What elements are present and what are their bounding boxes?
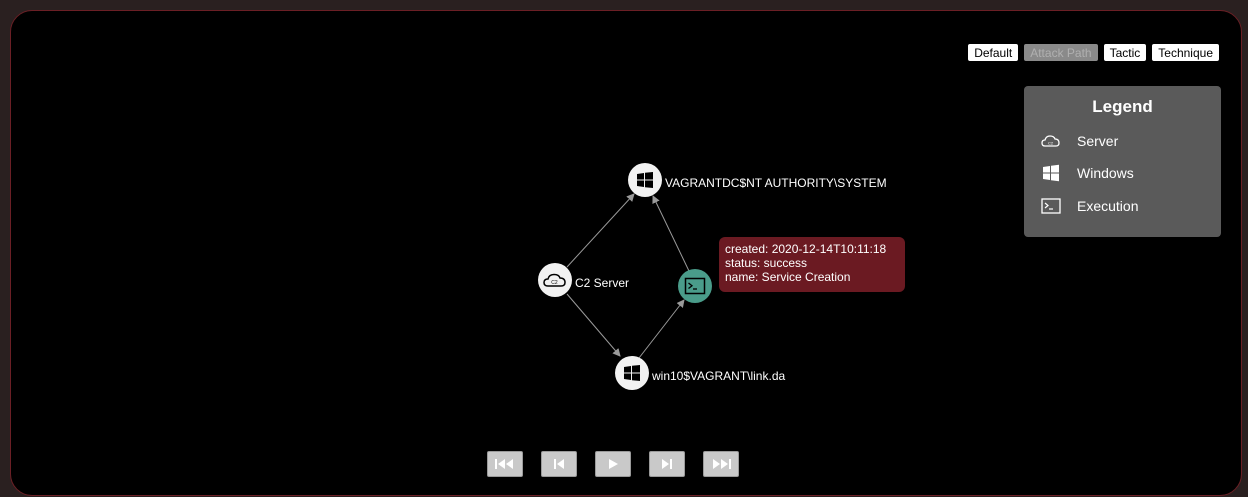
node-label-c2-server: C2 Server (575, 276, 630, 290)
edge-exec-to-dc (652, 195, 690, 272)
node-execution[interactable] (678, 269, 712, 303)
skip-to-start-icon (495, 459, 513, 469)
step-forward-button[interactable] (649, 451, 685, 477)
tooltip-name: name: Service Creation (725, 270, 851, 284)
edge-win10-to-exec (638, 299, 685, 359)
node-c2-server[interactable]: C2 (538, 263, 572, 297)
step-back-button[interactable] (541, 451, 577, 477)
step-forward-icon (662, 459, 672, 469)
graph-panel: Default Attack Path Tactic Technique Leg… (10, 10, 1242, 496)
step-back-icon (554, 459, 564, 469)
edge-c2-to-dc (566, 193, 635, 268)
tooltip-status: status: success (725, 256, 808, 270)
node-win10[interactable] (615, 356, 649, 390)
attack-graph: C2 (538, 163, 712, 390)
playback-controls (487, 451, 739, 477)
skip-to-end-icon (713, 459, 731, 469)
node-label-dc: VAGRANTDC$NT AUTHORITY\SYSTEM (665, 176, 887, 190)
play-icon (609, 459, 618, 469)
node-dc[interactable] (628, 163, 662, 197)
node-label-win10: win10$VAGRANT\link.da (652, 369, 786, 383)
edge-c2-to-win10 (566, 293, 621, 357)
play-button[interactable] (595, 451, 631, 477)
skip-to-end-button[interactable] (703, 451, 739, 477)
node-tooltip: created: 2020-12-14T10:11:18 status: suc… (719, 237, 905, 292)
skip-to-start-button[interactable] (487, 451, 523, 477)
tooltip-created: created: 2020-12-14T10:11:18 (725, 242, 887, 256)
svg-text:C2: C2 (551, 280, 558, 286)
